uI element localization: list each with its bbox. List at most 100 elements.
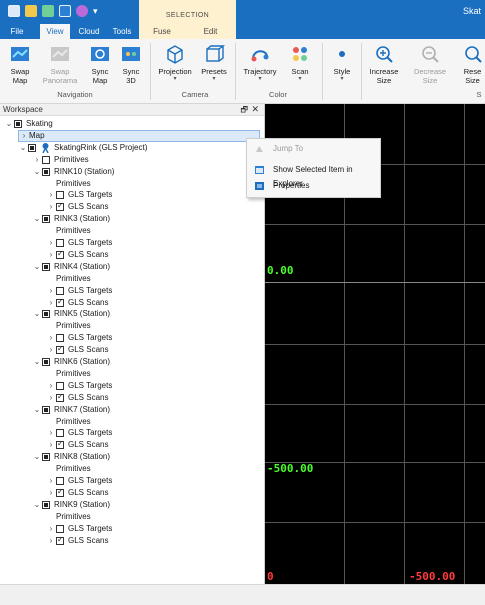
swap-map-button[interactable]: Swap Map	[4, 43, 36, 85]
visibility-checkbox[interactable]	[56, 296, 64, 308]
visibility-checkbox[interactable]	[56, 191, 64, 200]
tree-node-station[interactable]: ⌄ RINK4 (Station)	[32, 261, 110, 273]
tree-node-station[interactable]: ⌄ RINK5 (Station)	[32, 308, 110, 320]
visibility-checkbox[interactable]	[42, 500, 50, 509]
visibility-checkbox[interactable]	[42, 453, 50, 462]
visibility-checkbox[interactable]	[56, 200, 64, 212]
customize-icon[interactable]: ▾	[93, 5, 101, 17]
tree-node-gls-scans[interactable]: › GLS Scans	[46, 343, 109, 356]
expand-icon[interactable]: ›	[46, 344, 56, 356]
tab-view[interactable]: View	[40, 24, 70, 39]
tree-node-gls-targets[interactable]: › GLS Targets	[46, 380, 112, 392]
tree-node-primitives[interactable]: Primitives	[46, 368, 91, 380]
tab-edit[interactable]: Edit	[185, 24, 236, 39]
visibility-checkbox[interactable]	[56, 429, 64, 438]
tab-fuse[interactable]: Fuse	[139, 24, 185, 39]
tree-node-primitives[interactable]: Primitives	[46, 416, 91, 428]
expand-icon[interactable]: ›	[46, 427, 56, 439]
expand-icon[interactable]: ›	[46, 487, 56, 499]
visibility-checkbox[interactable]	[42, 167, 50, 176]
visibility-checkbox[interactable]	[42, 310, 50, 319]
collapse-icon[interactable]: ⌄	[32, 404, 42, 416]
expand-icon[interactable]: ›	[46, 297, 56, 309]
open-icon[interactable]	[25, 5, 37, 17]
visibility-checkbox[interactable]	[14, 120, 22, 128]
sync-map-button[interactable]: Sync Map	[86, 43, 114, 85]
visibility-checkbox[interactable]	[56, 438, 64, 450]
flower-icon[interactable]	[76, 5, 88, 17]
tree-node-station[interactable]: ⌄ RINK7 (Station)	[32, 404, 110, 416]
expand-icon[interactable]: ›	[46, 189, 56, 201]
menu-item-jump-to[interactable]: Jump To	[247, 142, 380, 156]
menu-item-properties[interactable]: Properties	[247, 179, 380, 193]
visibility-checkbox[interactable]	[56, 477, 64, 485]
collapse-icon[interactable]: ⌄	[18, 142, 28, 154]
collapse-icon[interactable]: ⌄	[32, 261, 42, 273]
visibility-checkbox[interactable]	[56, 239, 64, 247]
visibility-checkbox[interactable]	[28, 143, 36, 152]
tree-node-gls-scans[interactable]: › GLS Scans	[46, 534, 109, 547]
visibility-checkbox[interactable]	[42, 215, 50, 224]
projection-button[interactable]: Projection ▾	[156, 43, 194, 83]
tree-node-gls-targets[interactable]: › GLS Targets	[46, 332, 112, 344]
sync-3d-button[interactable]: Sync 3D	[118, 43, 144, 85]
tree-node-primitives[interactable]: › Primitives	[32, 154, 89, 166]
collapse-icon[interactable]: ⌄	[32, 499, 42, 511]
swap-panorama-button[interactable]: Swap Panorama	[42, 43, 78, 85]
expand-icon[interactable]: ›	[46, 237, 56, 249]
tree-node-station[interactable]: ⌄ RINK8 (Station)	[32, 451, 110, 463]
scan-button[interactable]: Scan ▾	[287, 43, 313, 83]
visibility-checkbox[interactable]	[42, 262, 50, 271]
visibility-checkbox[interactable]	[42, 405, 50, 414]
tree-node-gls-scans[interactable]: › GLS Scans	[46, 200, 109, 213]
expand-icon[interactable]: ›	[32, 154, 42, 166]
visibility-checkbox[interactable]	[42, 155, 50, 164]
tree-node-primitives[interactable]: Primitives	[46, 463, 91, 475]
decrease-size-button[interactable]: Decrease Size	[411, 43, 449, 85]
tree-node-station[interactable]: ⌄ RINK9 (Station)	[32, 499, 110, 511]
collapse-icon[interactable]: ⌄	[32, 451, 42, 463]
tool-icon[interactable]	[42, 5, 54, 17]
trajectory-button[interactable]: Trajectory ▾	[241, 43, 279, 83]
visibility-checkbox[interactable]	[56, 334, 64, 343]
float-panel-icon[interactable]: 🗗	[240, 104, 248, 118]
expand-icon[interactable]: ›	[46, 392, 56, 404]
tree-node-gls-scans[interactable]: › GLS Scans	[46, 296, 109, 309]
expand-icon[interactable]: ›	[46, 439, 56, 451]
tree-node-map[interactable]: › Map	[18, 129, 260, 142]
tree-node-gls-scans[interactable]: › GLS Scans	[46, 391, 109, 404]
increase-size-button[interactable]: Increase Size	[366, 43, 402, 85]
visibility-checkbox[interactable]	[56, 524, 64, 533]
visibility-checkbox[interactable]	[56, 286, 64, 295]
menu-item-show-in-explorer[interactable]: Show Selected Item in Explorer	[247, 163, 380, 188]
tree-node-primitives[interactable]: Primitives	[46, 511, 91, 523]
collapse-icon[interactable]: ⌄	[32, 213, 42, 225]
save-icon[interactable]	[8, 5, 20, 17]
tree-node-gls-targets[interactable]: › GLS Targets	[46, 189, 112, 201]
collapse-icon[interactable]: ⌄	[32, 308, 42, 320]
tree-node-primitives[interactable]: Primitives	[46, 320, 91, 332]
collapse-icon[interactable]: ⌄	[32, 166, 42, 178]
tree-node-gls-targets[interactable]: › GLS Targets	[46, 285, 112, 297]
tree-node-gls-targets[interactable]: › GLS Targets	[46, 237, 112, 249]
tree-node-gls-targets[interactable]: › GLS Targets	[46, 523, 112, 535]
expand-icon[interactable]: ›	[46, 475, 56, 487]
tree-node-gls-targets[interactable]: › GLS Targets	[46, 427, 112, 439]
visibility-checkbox[interactable]	[56, 343, 64, 355]
tree-node-primitives[interactable]: Primitives	[46, 225, 91, 237]
collapse-icon[interactable]: ⌄	[4, 118, 14, 130]
tree-node-gls-targets[interactable]: › GLS Targets	[46, 475, 112, 487]
expand-icon[interactable]: ›	[19, 130, 29, 142]
tree-node-primitives[interactable]: Primitives	[46, 273, 91, 285]
expand-icon[interactable]: ›	[46, 523, 56, 535]
visibility-checkbox[interactable]	[56, 381, 64, 390]
expand-icon[interactable]: ›	[46, 535, 56, 547]
expand-icon[interactable]: ›	[46, 201, 56, 213]
collapse-icon[interactable]: ⌄	[32, 356, 42, 368]
visibility-checkbox[interactable]	[42, 358, 50, 366]
tree-node-gls-scans[interactable]: › GLS Scans	[46, 248, 109, 261]
expand-icon[interactable]: ›	[46, 249, 56, 261]
visibility-checkbox[interactable]	[56, 248, 64, 260]
visibility-checkbox[interactable]	[56, 534, 64, 546]
expand-icon[interactable]: ›	[46, 285, 56, 297]
